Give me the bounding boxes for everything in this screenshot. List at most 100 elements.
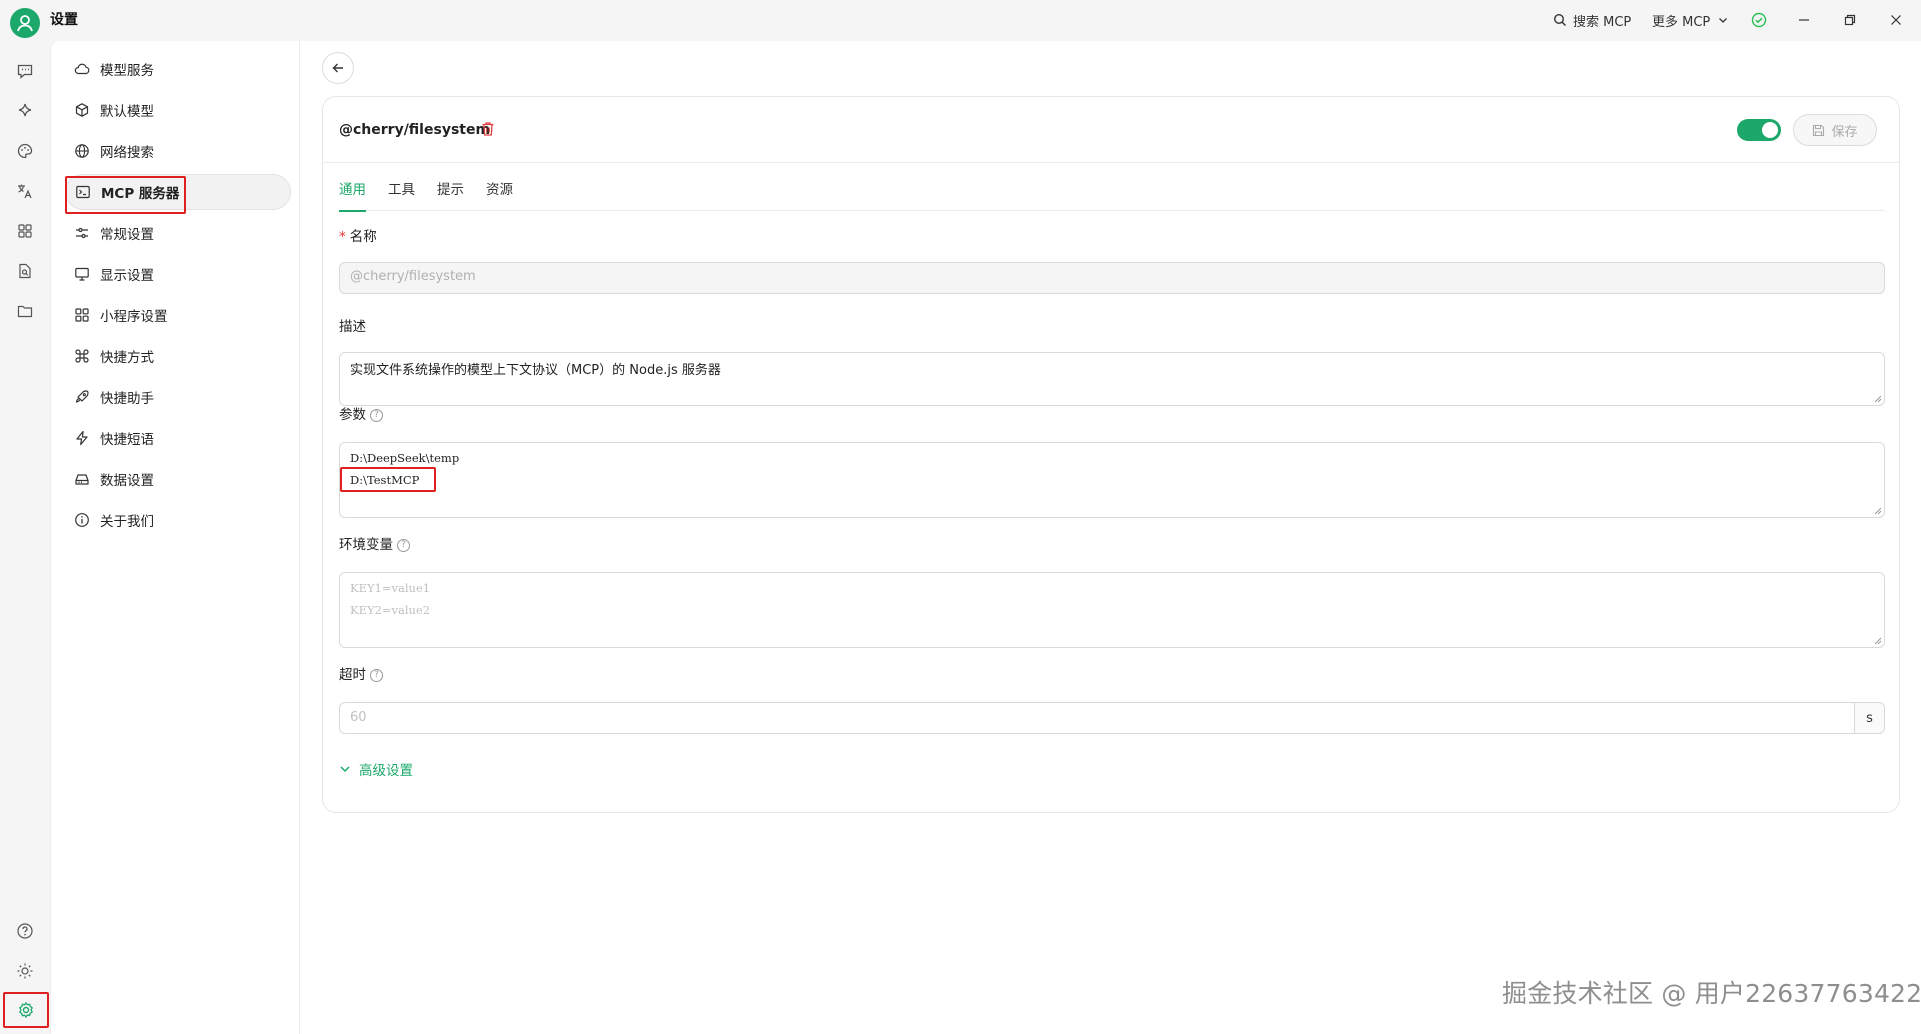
command-icon [75,349,89,363]
args-line-highlighted: D:\TestMCP [340,467,1874,492]
sliders-icon [76,227,88,239]
advanced-settings-toggle[interactable]: 高级设置 [339,759,413,779]
more-mcp-dropdown[interactable]: 更多 MCP [1652,10,1734,30]
rail-folder-button[interactable] [13,299,37,323]
timeout-field[interactable]: 60 s [339,702,1885,734]
apps-icon [18,224,32,238]
rail-chat-button[interactable] [13,59,37,83]
window-title: 设置 [50,12,78,28]
search-mcp-button[interactable]: 搜索 MCP [1553,10,1631,30]
settings-icon [19,1002,33,1018]
nav-item-label: MCP 服务器 [101,186,180,202]
title-bar: 设置 搜索 MCP 更多 MCP [0,0,1921,41]
user-icon [17,15,33,32]
chevron-down-icon [1719,18,1728,23]
args-label-text: 参数 [339,407,366,423]
close-button[interactable] [1884,8,1908,32]
rail-help-button[interactable] [13,919,37,943]
description-field[interactable]: 实现文件系统操作的模型上下文协议（MCP）的 Node.js 服务器 [339,352,1885,406]
tab-resources[interactable]: 资源 [486,179,513,211]
server-enabled-toggle[interactable] [1737,119,1781,141]
tab-general[interactable]: 通用 [339,179,366,212]
rail-files-button[interactable] [13,259,37,283]
nav-item-quick-phrases[interactable]: 快捷短语 [65,420,291,456]
resize-handle-icon[interactable] [1874,507,1882,515]
back-button[interactable] [322,52,354,84]
globe-icon [75,144,89,158]
nav-item-shortcuts[interactable]: 快捷方式 [65,338,291,374]
nav-item-label: 默认模型 [100,104,154,120]
arrow-left-icon [332,63,343,73]
restore-icon [1844,14,1856,26]
icon-rail [0,41,50,1034]
nav-item-about[interactable]: 关于我们 [65,502,291,538]
nav-item-display-settings[interactable]: 显示设置 [65,256,291,292]
search-mcp-label: 搜索 MCP [1573,14,1632,30]
nav-item-web-search[interactable]: 网络搜索 [65,133,291,169]
server-tabs: 通用 工具 提示 资源 [339,179,1885,212]
status-ok-indicator[interactable] [1747,8,1771,32]
grid-icon [75,308,89,322]
palette-icon [17,143,33,159]
tab-tools[interactable]: 工具 [388,179,415,211]
advanced-settings-label: 高级设置 [359,763,413,779]
nav-item-label: 数据设置 [100,473,154,489]
nav-item-label: 快捷短语 [100,432,154,448]
resize-handle-icon[interactable] [1874,637,1882,645]
user-avatar[interactable] [10,8,40,38]
save-button[interactable]: 保存 [1793,114,1877,146]
rail-agents-button[interactable] [13,99,37,123]
rocket-icon [75,390,89,403]
rail-paint-button[interactable] [13,139,37,163]
env-label-text: 环境变量 [339,537,393,553]
terminal-icon [76,185,90,199]
description-label: 描述 [339,317,366,337]
nav-item-default-model[interactable]: 默认模型 [65,92,291,128]
rail-theme-button[interactable] [13,959,37,983]
cloud-icon [74,63,90,75]
cube-icon [75,103,89,117]
nav-item-label: 常规设置 [100,227,154,243]
rail-apps-button[interactable] [13,219,37,243]
env-placeholder-line: KEY2=value2 [350,603,431,617]
nav-item-mcp-servers[interactable]: MCP 服务器 [65,174,291,210]
nav-item-data-settings[interactable]: 数据设置 [65,461,291,497]
name-label: * 名称 [339,227,377,247]
required-marker: * [339,229,346,245]
resize-handle-icon[interactable] [1874,395,1882,403]
chevron-down-icon [340,766,350,773]
minimize-button[interactable] [1792,8,1816,32]
sparkle-icon [18,103,32,117]
rail-settings-button[interactable] [3,992,49,1028]
tab-prompts[interactable]: 提示 [437,179,464,211]
args-help-icon[interactable]: ? [370,408,383,422]
rail-translate-button[interactable] [13,179,37,203]
args-field[interactable]: D:\DeepSeek\temp D:\TestMCP [339,442,1885,518]
server-name: @cherry/filesystem [339,122,491,138]
description-label-text: 描述 [339,319,366,335]
file-search-icon [19,263,31,279]
nav-item-model-service[interactable]: 模型服务 [65,51,291,87]
search-icon [1553,13,1566,26]
nav-item-quick-assistant[interactable]: 快捷助手 [65,379,291,415]
name-field[interactable]: @cherry/filesystem [339,262,1885,294]
timeout-help-icon[interactable]: ? [370,668,383,682]
env-label: 环境变量 ? [339,535,410,555]
env-help-icon[interactable]: ? [397,538,410,552]
restore-button[interactable] [1838,8,1862,32]
timeout-label-text: 超时 [339,667,366,683]
settings-nav: 模型服务 默认模型 网络搜索 MCP 服务器 常规设置 显示设置 小程序设置 快… [50,41,300,1034]
env-placeholder-line: KEY1=value1 [350,581,431,595]
nav-item-general-settings[interactable]: 常规设置 [65,215,291,251]
nav-item-miniapp-settings[interactable]: 小程序设置 [65,297,291,333]
nav-item-label: 快捷方式 [100,350,154,366]
watermark: 掘金技术社区 @ 用户22637763422 [1502,979,1921,1008]
delete-server-button[interactable] [481,121,495,137]
monitor-icon [75,267,89,281]
env-field[interactable]: KEY1=value1 KEY2=value2 [339,572,1885,648]
nav-item-label: 关于我们 [100,514,154,530]
description-field-value: 实现文件系统操作的模型上下文协议（MCP）的 Node.js 服务器 [350,363,721,378]
chat-icon [17,64,33,79]
translate-icon [18,184,32,199]
close-icon [1891,15,1901,25]
